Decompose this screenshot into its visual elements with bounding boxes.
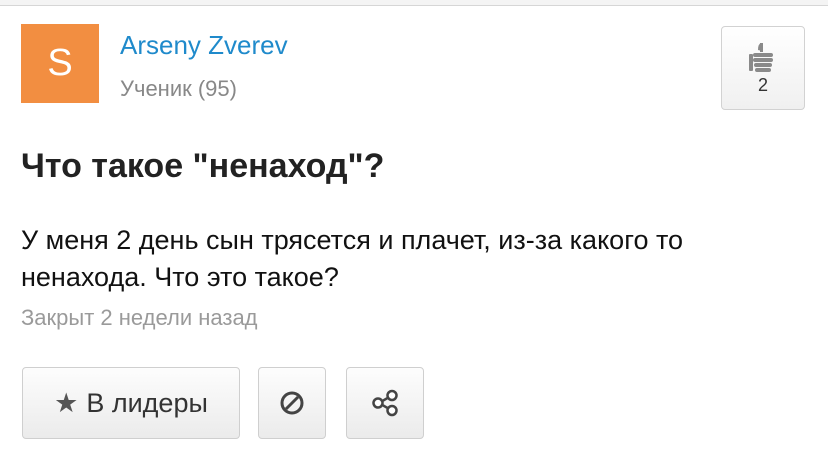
add-to-leaders-label: В лидеры [86, 387, 208, 418]
block-icon [280, 391, 304, 415]
like-count: 2 [757, 75, 768, 95]
question-body: У меня 2 день сын трясется и плачет, из-… [21, 225, 684, 292]
like-button[interactable]: 2 [721, 26, 805, 110]
top-border [0, 0, 828, 6]
report-button[interactable] [258, 367, 326, 439]
author-name-link[interactable]: Arseny Zverev [120, 30, 288, 61]
add-to-leaders-button[interactable]: ★ В лидеры [22, 367, 240, 439]
star-icon: ★ [54, 387, 79, 418]
avatar-letter: S [47, 42, 73, 84]
share-icon [372, 389, 398, 417]
question-status: Закрыт 2 недели назад [21, 305, 258, 330]
question-title: Что такое "ненаход"? [21, 147, 385, 185]
thumbs-up-icon [749, 43, 773, 72]
avatar[interactable]: S [21, 24, 99, 103]
author-rank: Ученик (95) [120, 76, 237, 101]
share-button[interactable] [346, 367, 424, 439]
